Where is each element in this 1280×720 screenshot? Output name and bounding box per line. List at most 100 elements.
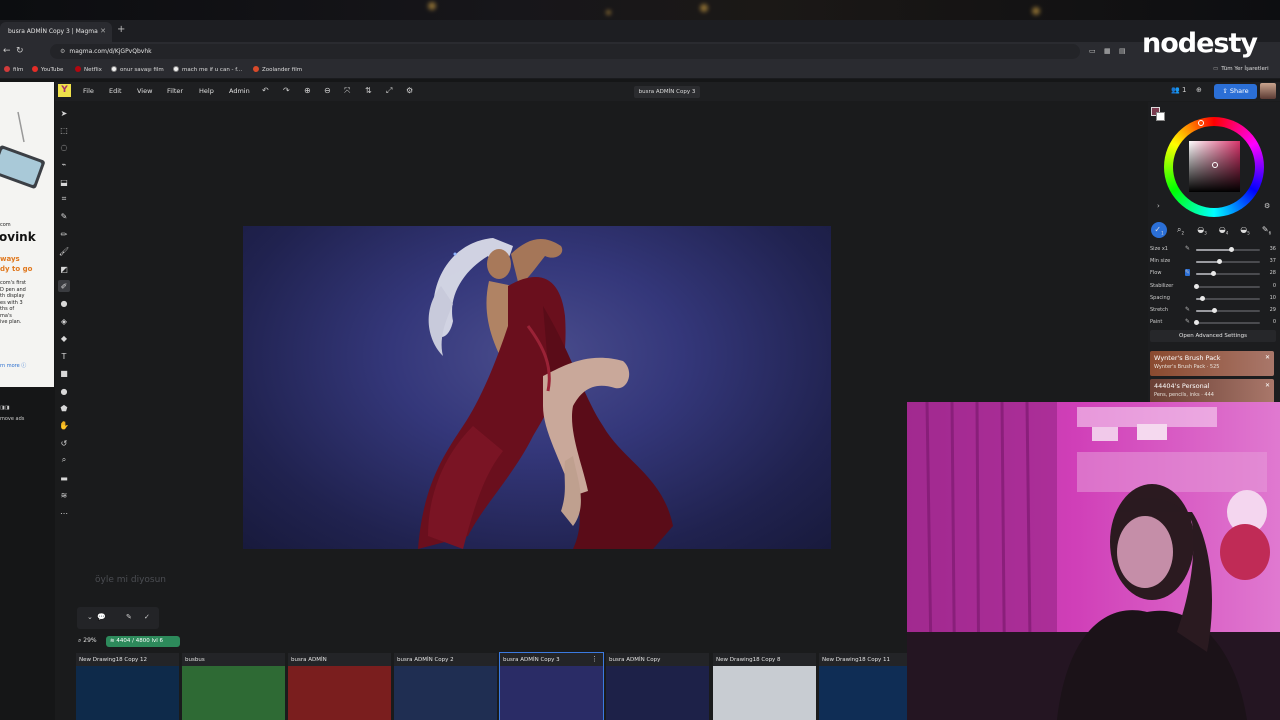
brush-slot[interactable]: ◒3	[1194, 222, 1210, 238]
color-picker-cursor[interactable]	[1212, 162, 1218, 168]
redo-icon[interactable]: ↷	[283, 86, 290, 95]
layers-icon[interactable]: ≋	[58, 489, 70, 501]
setting-slider[interactable]	[1196, 271, 1260, 276]
menu-help[interactable]: Help	[199, 87, 214, 95]
lasso-select-icon[interactable]: ◌	[58, 141, 70, 153]
brush-mode-icon[interactable]: ✎	[126, 613, 132, 621]
menu-view[interactable]: View	[137, 87, 152, 95]
bookmark-zoolander[interactable]: Zoolander film	[253, 66, 302, 73]
ad-panel[interactable]: com ovink ways dy to go com's first D pe…	[0, 82, 54, 387]
site-info-icon[interactable]: ⚙	[60, 48, 65, 55]
bookmark-youtube[interactable]: YouTube	[32, 66, 63, 73]
back-icon[interactable]: ←	[3, 46, 11, 56]
fullscreen-icon[interactable]: ⤢	[386, 86, 392, 96]
translate-icon[interactable]: ▤	[1119, 47, 1126, 55]
zoom-out-icon[interactable]: ⊖	[324, 86, 331, 95]
slider-knob[interactable]	[1193, 320, 1199, 325]
pencil-icon[interactable]: ✏	[58, 228, 70, 240]
pressure-toggle-icon[interactable]: ✎	[1185, 306, 1190, 313]
brush-slot[interactable]: ⌕2	[1173, 222, 1189, 238]
cast-icon[interactable]: ▭	[1089, 47, 1096, 55]
slider-knob[interactable]	[1212, 308, 1218, 313]
bookmark-netflix[interactable]: Netflix	[75, 66, 102, 73]
url-field[interactable]: ⚙ magma.com/d/KjGPvQbvhk	[50, 44, 1080, 59]
rectangle-icon[interactable]: ■	[58, 367, 70, 379]
close-icon[interactable]: ✕	[1265, 382, 1270, 389]
document-thumbnail[interactable]: busra ADMİN Copy 3 ⋮	[499, 652, 604, 720]
setting-slider[interactable]	[1193, 284, 1260, 289]
settings-icon[interactable]: ⚙	[406, 86, 413, 95]
pointer-tool-icon[interactable]: ➤	[58, 107, 70, 119]
chevron-down-icon[interactable]: ⌄	[87, 613, 93, 621]
advanced-settings-button[interactable]: Open Advanced Settings	[1150, 330, 1276, 342]
setting-slider[interactable]	[1196, 247, 1260, 252]
pen-mode-icon[interactable]: ✓	[144, 613, 150, 621]
eraser-icon[interactable]: ◩	[58, 263, 70, 275]
brush-pack-card[interactable]: Wynter's Brush Pack Wynter's Brush Pack ·…	[1150, 351, 1274, 376]
pressure-toggle-icon[interactable]: ✎	[1185, 269, 1191, 276]
bucket-icon[interactable]: ◈	[58, 315, 70, 327]
document-thumbnail[interactable]: busbus	[182, 653, 285, 720]
all-bookmarks[interactable]: ▭ Tüm Yer İşaretleri	[1213, 66, 1269, 72]
setting-slider[interactable]	[1196, 259, 1260, 264]
bookmark-film[interactable]: film	[4, 66, 23, 73]
slider-knob[interactable]	[1211, 271, 1217, 276]
fit-icon[interactable]: ⤧	[344, 86, 350, 96]
setting-slider[interactable]	[1196, 296, 1260, 301]
brush-pack-card[interactable]: 44404's Personal Pens, pencils, inks · 44…	[1150, 379, 1274, 404]
document-thumbnail[interactable]: New Drawing18 Copy 8	[713, 653, 816, 720]
comment-icon[interactable]: ▬	[58, 472, 70, 484]
chat-icon[interactable]: 💬	[97, 613, 106, 621]
chevron-right-icon[interactable]: ›	[1157, 202, 1160, 210]
pressure-toggle-icon[interactable]: ✎	[1185, 245, 1190, 252]
close-icon[interactable]: ✕	[1265, 354, 1270, 361]
drawing-canvas[interactable]	[243, 226, 831, 549]
bookmark-mach[interactable]: mach me if u can - f...	[173, 66, 242, 73]
remove-ads-link[interactable]: move ads	[0, 416, 24, 422]
new-tab-icon[interactable]: +	[117, 24, 125, 35]
brush-slot[interactable]: ✎6	[1259, 222, 1275, 238]
eyedropper-icon[interactable]: ✎	[58, 210, 70, 222]
rect-select-icon[interactable]: ⬚	[58, 124, 70, 136]
avatar[interactable]	[1260, 83, 1276, 99]
gear-icon[interactable]: ⚙	[1264, 202, 1270, 210]
brush-slot[interactable]: ◒4	[1216, 222, 1232, 238]
slider-knob[interactable]	[1193, 284, 1199, 289]
more-options-icon[interactable]: ⋮	[591, 655, 598, 663]
setting-slider[interactable]	[1196, 308, 1260, 313]
bookmark-onur[interactable]: onur savaşı film	[111, 66, 164, 73]
transform-icon[interactable]: ⬓	[58, 176, 70, 188]
share-button[interactable]: ⇪ Share	[1214, 84, 1257, 99]
brush-slot[interactable]: ✓1	[1151, 222, 1167, 238]
magic-wand-icon[interactable]: ⌁	[58, 158, 70, 170]
zoom-level[interactable]: ⌕ 29%	[78, 637, 97, 645]
magma-logo-icon[interactable]: Y	[58, 84, 71, 97]
document-thumbnail[interactable]: busra ADMİN Copy 2	[394, 653, 497, 720]
shape-icon[interactable]: ⬟	[58, 402, 70, 414]
zoom-icon[interactable]: ⌕	[58, 454, 70, 466]
menu-file[interactable]: File	[83, 87, 94, 95]
menu-filter[interactable]: Filter	[167, 87, 183, 95]
more-tools-icon[interactable]: ⋯	[58, 507, 70, 519]
blur-icon[interactable]: ●	[58, 297, 70, 309]
document-title[interactable]: busra ADMİN Copy 3	[634, 86, 700, 98]
document-thumbnail[interactable]: busra ADMİN	[288, 653, 391, 720]
ellipse-icon[interactable]: ●	[58, 385, 70, 397]
setting-slider[interactable]	[1193, 320, 1260, 325]
hand-icon[interactable]: ✋	[58, 419, 70, 431]
browser-tab[interactable]: busra ADMİN Copy 3 | Magma ✕	[0, 22, 112, 42]
invite-icon[interactable]: ⊕	[1196, 86, 1202, 94]
brush-icon[interactable]: 🖌	[58, 245, 70, 257]
users-indicator[interactable]: 👥 1	[1171, 86, 1186, 94]
text-icon[interactable]: T	[58, 350, 70, 362]
flip-icon[interactable]: ⇅	[365, 86, 372, 95]
gradient-icon[interactable]: ◆	[58, 332, 70, 344]
document-thumbnail[interactable]: busra ADMİN Copy	[606, 653, 709, 720]
close-tab-icon[interactable]: ✕	[100, 27, 106, 35]
document-thumbnail[interactable]: New Drawing18 Copy 12	[76, 653, 179, 720]
extensions-icon[interactable]: ▦	[1104, 47, 1111, 55]
menu-admin[interactable]: Admin	[229, 87, 250, 95]
secondary-color-swatch[interactable]	[1156, 112, 1165, 121]
brush-slot[interactable]: ◒5	[1237, 222, 1253, 238]
rotate-icon[interactable]: ↺	[58, 437, 70, 449]
